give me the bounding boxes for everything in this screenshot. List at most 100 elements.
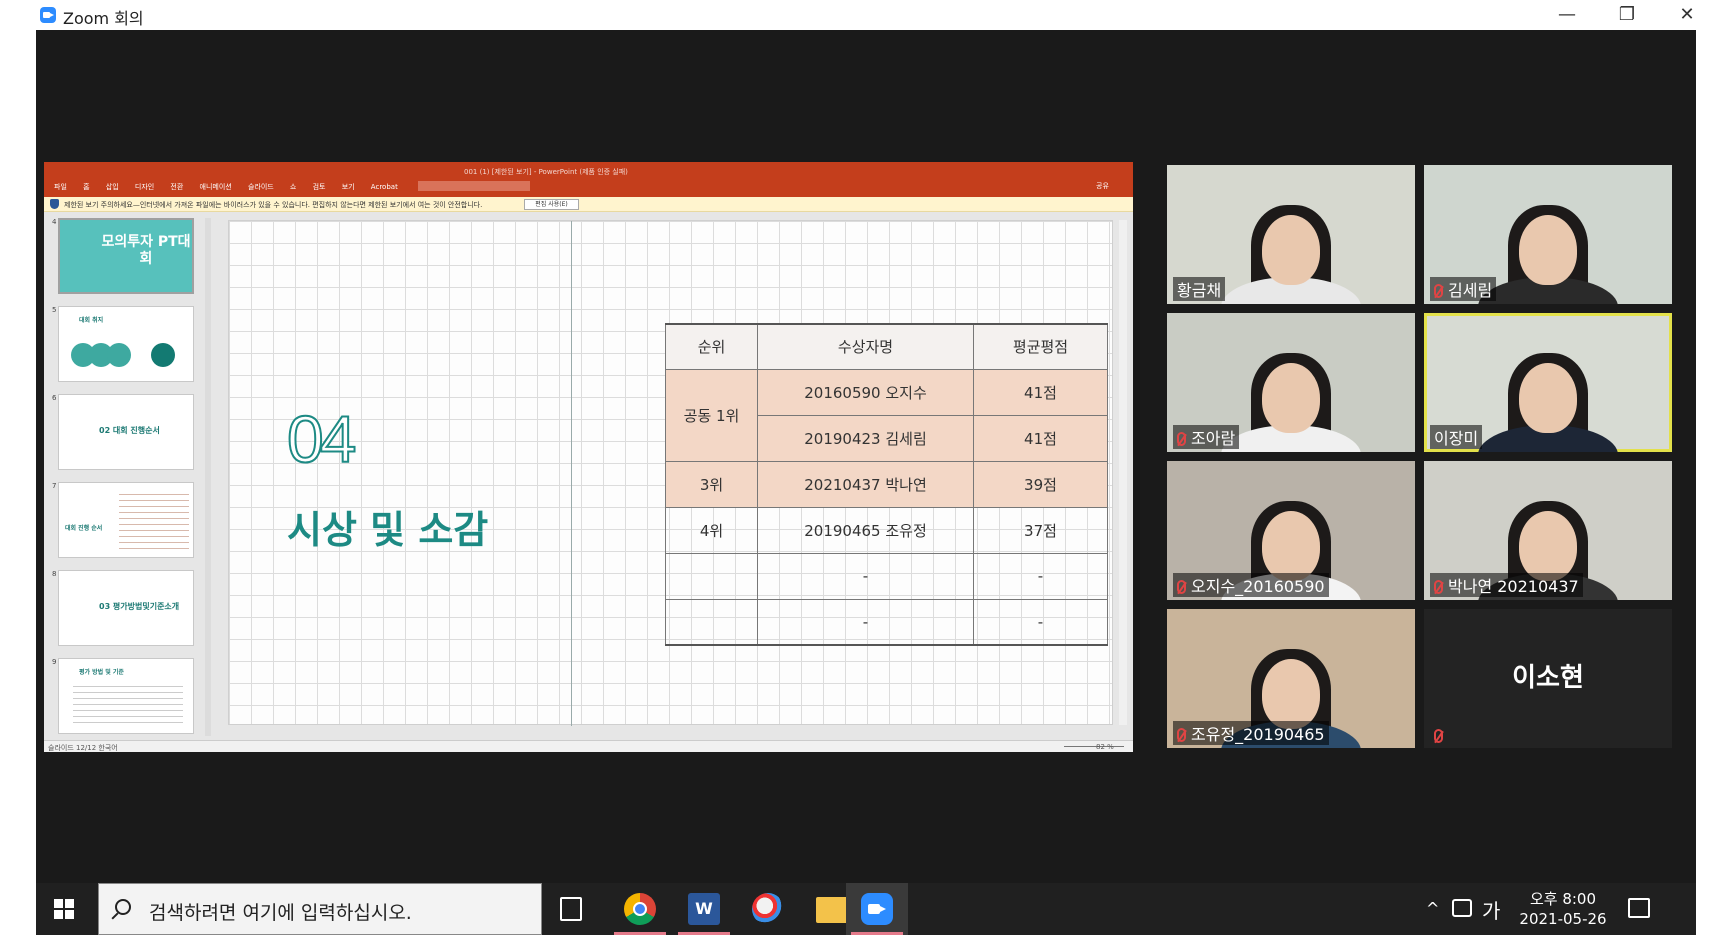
participant-name: 이소현 [1512, 663, 1584, 693]
thumb-number: 5 [52, 306, 57, 314]
participant-tile[interactable]: 조아람 [1167, 313, 1415, 452]
search-placeholder: 검색하려면 여기에 입력하십시오. [149, 902, 412, 924]
taskbar-search[interactable]: 검색하려면 여기에 입력하십시오. [98, 883, 542, 935]
zoom-app-icon [861, 893, 893, 925]
muted-mic-icon [1434, 580, 1443, 594]
ppt-menu[interactable]: 파일 홈 삽입 디자인 전환 애니메이션 슬라이드 쇼 검토 보기 Acroba… [54, 182, 398, 192]
table-header-row: 순위 수상자명 평균평점 [665, 323, 1108, 370]
table-cell: 39점 [973, 460, 1108, 508]
slide-thumbnail[interactable]: 대회 진행 순서 [58, 482, 194, 558]
participant-video [1519, 363, 1577, 433]
participant-name-text: 김세림 [1448, 281, 1493, 300]
close-button[interactable]: ✕ [1662, 0, 1712, 30]
participant-name: 오지수_20160590 [1173, 573, 1329, 597]
thumb-number: 8 [52, 570, 57, 578]
table-row: - - [665, 552, 1108, 600]
zoom-level: 82 % [1096, 743, 1114, 751]
participant-video [1519, 511, 1577, 581]
task-view-icon[interactable] [560, 897, 582, 921]
muted-mic-icon [1177, 432, 1186, 446]
table-row: 3위 20210437 박나연 39점 [665, 460, 1108, 508]
word-icon[interactable]: W [688, 893, 720, 925]
thumb-number: 6 [52, 394, 57, 402]
ppt-ribbon: 001 (1) [제한된 보기] - PowerPoint (제품 인증 실패)… [44, 162, 1133, 197]
search-icon [115, 899, 131, 915]
muted-mic-icon [1177, 580, 1186, 594]
zoom-taskbar-item[interactable] [846, 883, 908, 935]
participant-tile[interactable]: 이소현 [1424, 609, 1672, 748]
restore-button[interactable]: ❐ [1602, 0, 1652, 30]
participant-tile[interactable]: 이장미 [1424, 313, 1672, 452]
participant-tile[interactable]: 조유정_20190465 [1167, 609, 1415, 748]
participant-video [1262, 215, 1320, 285]
windows-start-icon[interactable] [54, 899, 74, 919]
clock[interactable]: 오후 8:00 2021-05-26 [1518, 889, 1608, 929]
thumb-title: 대회 진행 순서 [65, 525, 103, 532]
thumb-shape [107, 343, 131, 367]
table-cell: 20190423 김세림 [757, 414, 974, 462]
table-cell: 20210437 박나연 [757, 460, 974, 508]
participant-name-text: 조아람 [1191, 429, 1236, 448]
thumb-number: 9 [52, 658, 57, 666]
table-header: 평균평점 [973, 323, 1108, 370]
chevron-up-icon[interactable]: ^ [1426, 899, 1439, 918]
thumb-table [119, 489, 189, 551]
slide-thumbnail[interactable]: 모의투자 PT대회 [58, 218, 194, 294]
table-cell: 20160590 오지수 [757, 368, 974, 416]
participant-status [1430, 726, 1452, 745]
enable-editing-button[interactable]: 편집 사용(E) [524, 199, 579, 210]
table-cell: 37점 [973, 506, 1108, 554]
slide-thumbnail[interactable]: 평가 방법 및 기준 [58, 658, 194, 734]
ppt-share-button[interactable]: 공유 [1096, 181, 1109, 191]
chrome-icon[interactable] [624, 893, 656, 925]
muted-mic-icon [1434, 284, 1443, 298]
thumb-title: 02 대회 진행순서 [99, 426, 160, 435]
file-explorer-icon[interactable] [816, 897, 848, 923]
ppt-search-box[interactable] [418, 181, 530, 191]
ppt-status-bar: 슬라이드 12/12 한국어 82 % [44, 740, 1133, 752]
table-row: 공동 1위 20160590 오지수 41점 [665, 368, 1108, 462]
participant-video [1262, 659, 1320, 729]
table-cell [665, 598, 758, 646]
guide-line [571, 221, 572, 726]
table-cell: 4위 [665, 506, 758, 554]
table-cell: 20190465 조유정 [757, 506, 974, 554]
thumb-title: 대회 취지 [79, 317, 104, 324]
participant-name-text: 오지수_20160590 [1191, 577, 1325, 596]
participant-tile[interactable]: 황금채 [1167, 165, 1415, 304]
slide-thumbnail[interactable]: 02 대회 진행순서 [58, 394, 194, 470]
section-number: 04 [286, 401, 357, 477]
notification-icon[interactable] [1628, 898, 1650, 918]
paint-icon[interactable] [752, 893, 784, 925]
award-table: 순위 수상자명 평균평점 공동 1위 20160590 오지수 41점 2019… [665, 323, 1108, 646]
minimize-button[interactable]: — [1542, 0, 1592, 30]
table-cell: - [973, 598, 1108, 646]
table-cell: 공동 1위 [665, 368, 758, 462]
slide-thumbnail[interactable]: 03 평가방법및기준소개 [58, 570, 194, 646]
table-cell: 41점 [973, 368, 1108, 416]
table-cell: - [757, 598, 974, 646]
thumbnail-scrollbar[interactable] [205, 218, 211, 736]
zoom-titlebar: Zoom 회의 — ❐ ✕ [36, 0, 1696, 30]
participant-tile[interactable]: 오지수_20160590 [1167, 461, 1415, 600]
shared-screen: 001 (1) [제한된 보기] - PowerPoint (제품 인증 실패)… [44, 162, 1133, 752]
participant-name: 박나연 20210437 [1430, 573, 1583, 597]
running-indicator [614, 932, 666, 935]
thumb-title: 평가 방법 및 기준 [79, 669, 124, 676]
participant-name: 황금채 [1173, 277, 1226, 301]
muted-mic-icon [1177, 728, 1186, 742]
window-title: Zoom 회의 [63, 9, 144, 28]
ime-indicator[interactable]: 가 [1482, 895, 1500, 924]
zoom-slider[interactable] [1064, 746, 1124, 747]
network-icon[interactable] [1452, 899, 1472, 917]
table-cell: 3위 [665, 460, 758, 508]
table-row: 4위 20190465 조유정 37점 [665, 506, 1108, 554]
running-indicator [851, 932, 903, 935]
slide-scrollbar[interactable] [1119, 220, 1127, 725]
participant-tile[interactable]: 박나연 20210437 [1424, 461, 1672, 600]
participant-name-text: 박나연 20210437 [1448, 577, 1579, 596]
protected-view-bar: 제한된 보기 주의하세요—인터넷에서 가져온 파일에는 바이러스가 있을 수 있… [44, 197, 1133, 212]
clock-time: 오후 8:00 [1529, 890, 1597, 908]
participant-tile[interactable]: 김세림 [1424, 165, 1672, 304]
slide-thumbnail[interactable]: 대회 취지 [58, 306, 194, 382]
